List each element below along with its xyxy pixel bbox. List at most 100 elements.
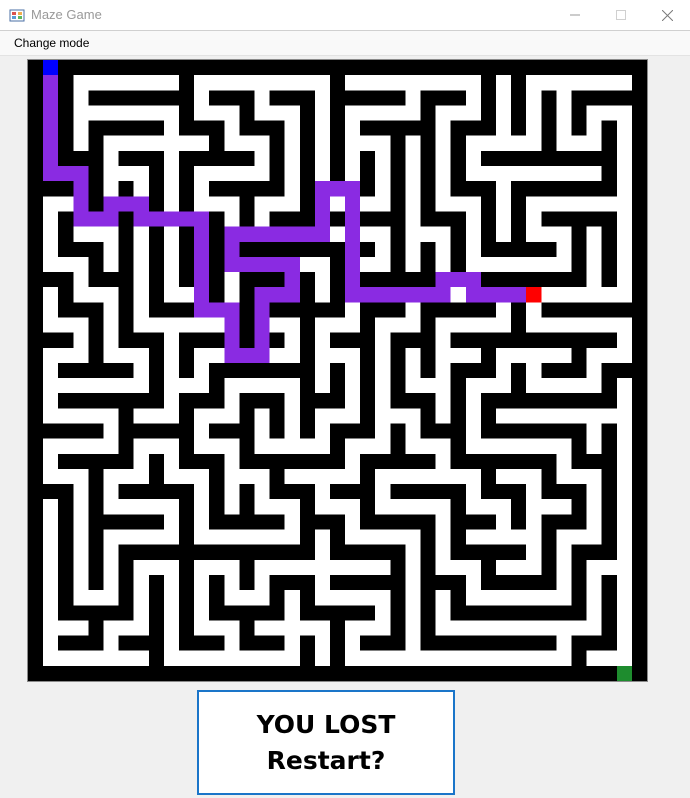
maze-floor-cell [73,529,89,545]
maze-floor-cell [601,559,617,575]
path-cell [194,272,210,288]
maze-floor-cell [345,468,361,485]
maze-floor-cell [329,347,346,363]
path-cell [73,181,89,197]
maze-floor-cell [269,105,285,121]
maximize-button[interactable] [598,0,644,30]
maze-floor-cell [163,453,179,469]
maze-floor-cell [103,347,119,363]
maze-floor-cell [616,317,632,333]
maze-floor-cell [616,559,632,575]
maze-floor-cell [133,438,149,454]
maze-floor-cell [465,574,481,591]
maze-floor-cell [284,181,300,197]
minimize-button[interactable] [552,0,598,30]
maze-floor-cell [616,529,632,545]
path-cell [224,302,240,318]
path-cell [224,332,240,348]
close-button[interactable] [644,0,690,30]
maze-floor-cell [148,559,164,575]
maze-floor-cell [496,75,512,91]
maze-floor-cell [329,196,346,212]
maze-floor-cell [541,317,557,333]
result-message: YOU LOST [256,709,396,739]
maze-floor-cell [254,590,270,606]
maze-floor-cell [556,90,572,106]
maze-floor-cell [420,499,436,515]
maze-floor-cell [571,620,587,636]
maze-floor-cell [194,135,210,151]
maze-floor-cell [194,105,210,121]
maze-floor-cell [73,135,89,151]
maze-floor-cell [616,181,632,197]
maze-floor-cell [43,453,59,469]
maze-floor-cell [269,317,285,333]
maze-floor-cell [314,529,330,545]
path-cell [269,226,285,242]
maze-floor-cell [194,362,210,379]
maze-board[interactable] [27,59,648,682]
maze-floor-cell [133,75,149,91]
start-marker [43,60,59,76]
maze-floor-cell [526,196,542,212]
maze-floor-cell [314,105,330,121]
maze-floor-cell [284,378,300,394]
maze-floor-cell [496,105,512,121]
maze-floor-cell [194,468,210,485]
maze-floor-cell [586,559,602,575]
maze-floor-cell [450,468,466,485]
maze-floor-cell [345,499,361,515]
maze-floor-cell [586,241,602,257]
maze-floor-cell [345,635,361,651]
maze-floor-cell [254,166,270,182]
restart-button[interactable]: YOU LOST Restart? [197,690,455,795]
path-cell [345,241,361,257]
maze-floor-cell [43,347,59,363]
maze-floor-cell [269,75,285,91]
maze-floor-cell [526,166,542,182]
maze-floor-cell [586,226,602,242]
maze-floor-cell [526,544,542,560]
maze-floor-cell [435,393,451,409]
maze-floor-cell [496,468,512,485]
maze-floor-cell [390,529,406,545]
maze-floor-cell [299,438,315,454]
maze-floor-cell [43,635,59,651]
maze-floor-cell [496,347,512,363]
maze-floor-cell [465,620,481,636]
maze-floor-cell [601,347,617,363]
path-cell [73,196,89,212]
path-cell [194,226,210,242]
maze-floor-cell [43,378,59,394]
maze-floor-cell [496,120,512,136]
maze-floor-cell [375,347,391,363]
maze-floor-cell [314,272,330,288]
title-bar[interactable]: Maze Game [0,0,690,31]
maze-floor-cell [314,135,330,151]
maze-floor-cell [103,559,119,575]
maze-floor-cell [465,408,481,424]
path-cell [450,272,466,288]
maze-floor-cell [194,166,210,182]
maze-floor-cell [133,226,149,242]
maze-floor-cell [314,620,330,636]
maze-floor-cell [616,650,632,666]
maze-floor-cell [375,393,391,409]
maze-floor-cell [465,105,481,121]
maze-floor-cell [163,362,179,379]
maze-floor-cell [375,256,391,273]
maze-floor-cell [209,347,225,363]
path-cell [194,211,210,227]
maze-floor-cell [73,332,89,348]
maze-floor-cell [239,590,255,606]
menu-item-change-mode[interactable]: Change mode [8,31,95,55]
maze-floor-cell [616,408,632,424]
maze-floor-cell [194,605,210,621]
path-cell [254,226,270,242]
maze-floor-cell [254,408,270,424]
maze-floor-cell [496,499,512,515]
maze-floor-cell [73,544,89,560]
maze-floor-cell [269,196,285,212]
maze-floor-cell [435,468,451,485]
maze-floor-cell [616,423,632,439]
